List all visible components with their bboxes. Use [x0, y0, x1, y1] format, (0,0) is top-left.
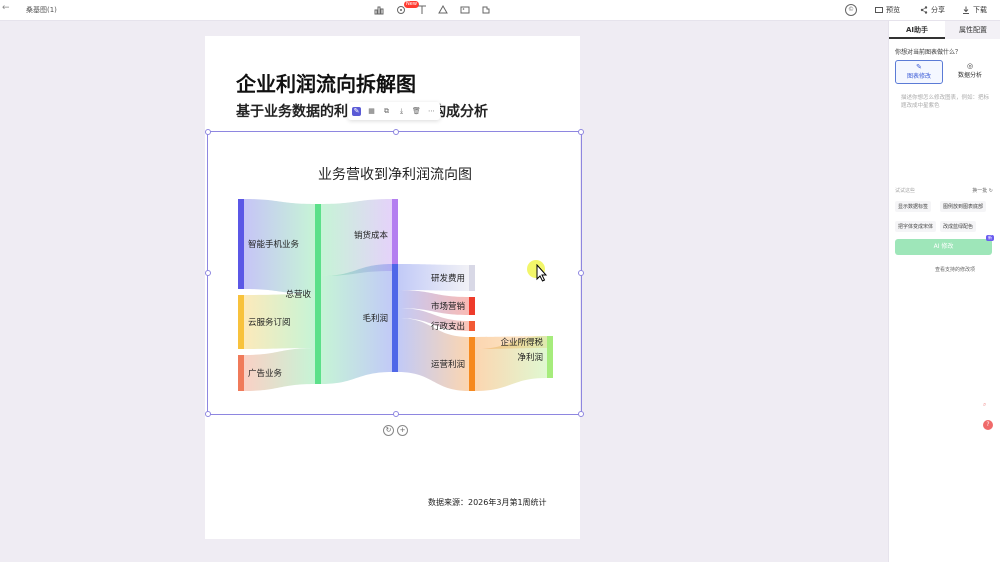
resize-handle[interactable] [393, 411, 399, 417]
suggestion-chip[interactable]: 把字体变成宋体 [895, 221, 937, 232]
rotate-icon[interactable]: ↻ [383, 425, 394, 436]
edit-icon: ✎ [916, 63, 922, 71]
download-label: 下载 [973, 6, 987, 14]
mouse-cursor-icon [536, 264, 548, 282]
back-icon[interactable]: ← [2, 3, 10, 13]
suggestion-chip[interactable]: 改成蓝绿配色 [940, 221, 977, 232]
resize-handle[interactable] [205, 129, 211, 135]
more-icon[interactable]: ⋯ [427, 107, 436, 116]
copyright-icon[interactable]: © [845, 4, 857, 16]
new-badge: 新 [986, 235, 994, 241]
data-source-note[interactable]: 数据来源：2026年3月第1周统计 [428, 497, 547, 508]
chart-selection-box[interactable] [205, 129, 584, 417]
suggestion-chip[interactable]: 显示数据标签 [895, 201, 932, 212]
image-icon[interactable] [459, 4, 471, 16]
share-label: 分享 [931, 6, 945, 14]
text-icon[interactable] [416, 4, 428, 16]
ai-icon[interactable]: ✎ [352, 106, 361, 116]
download-button[interactable]: 下载 [962, 5, 987, 15]
ai-modify-label: AI 修改 [933, 243, 954, 250]
plugin-icon[interactable] [480, 4, 492, 16]
mode-analysis-label: 数据分析 [957, 72, 982, 79]
tab-ai-assistant[interactable]: AI助手 [889, 21, 945, 39]
subtitle-left: 基于业务数据的利 [236, 104, 348, 120]
document-title[interactable]: 桑基图(1) [26, 5, 57, 15]
help-icon[interactable]: ? [983, 420, 993, 430]
download-icon[interactable]: ⤓ [397, 107, 406, 116]
right-panel: AI助手 属性配置 你想对当前图表做什么？ ✎ 图表修改 ◎ 数据分析 描述你想… [888, 21, 1000, 562]
resize-handle[interactable] [205, 411, 211, 417]
delete-icon[interactable]: 🗑 [412, 107, 421, 116]
panel-tabs: AI助手 属性配置 [889, 21, 1000, 39]
float-icon[interactable]: ⌕ [983, 401, 986, 409]
table-icon[interactable]: ▦ [367, 107, 376, 116]
resize-handle[interactable] [205, 270, 211, 276]
mode-edit-label: 图表修改 [906, 73, 931, 80]
share-button[interactable]: 分享 [920, 5, 945, 15]
analysis-icon: ◎ [966, 62, 974, 70]
monitor-icon [875, 6, 883, 13]
add-icon[interactable]: + [397, 425, 408, 436]
suggestions-header: 试试这些 换一批 ↻ [895, 187, 993, 194]
ai-modify-button[interactable]: AI 修改 新 [895, 235, 994, 255]
share-icon [920, 6, 928, 14]
resize-handle[interactable] [578, 129, 584, 135]
shape-icon[interactable] [437, 4, 449, 16]
supported-edits-link[interactable]: 查看支持的修改项 [935, 266, 975, 273]
copy-icon[interactable]: ⧉ [382, 107, 391, 116]
tab-properties[interactable]: 属性配置 [945, 21, 1000, 39]
download-icon [963, 6, 969, 14]
preview-label: 预览 [886, 6, 900, 14]
resize-handle[interactable] [578, 270, 584, 276]
refresh-suggestions[interactable]: 换一批 ↻ [972, 187, 993, 194]
subtitle-right: 构成分析 [432, 104, 488, 120]
suggestions-title: 试试这些 [895, 188, 916, 194]
chart-below-controls: ↻ + [383, 425, 408, 436]
suggestion-chip[interactable]: 图例放到图表底部 [940, 201, 987, 212]
mode-edit-chart[interactable]: ✎ 图表修改 [895, 60, 943, 84]
preview-button[interactable]: 预览 [875, 5, 900, 15]
chart-selection-toolbar: ✎ ▦ ⧉ ⤓ 🗑 ⋯ [348, 102, 440, 120]
chart-icon[interactable] [373, 4, 385, 16]
resize-handle[interactable] [578, 411, 584, 417]
prompt-input[interactable]: 描述你想怎么修改图表，例如：把标题改成中星紫色 [901, 94, 991, 110]
resize-handle[interactable] [393, 129, 399, 135]
assistant-question: 你想对当前图表做什么？ [895, 49, 962, 56]
page-title[interactable]: 企业利润流向拆解图 [236, 68, 416, 97]
mode-data-analysis[interactable]: ◎ 数据分析 [947, 60, 993, 82]
top-bar: ← 桑基图(1) New © 预览 分享 下载 [0, 0, 1000, 21]
